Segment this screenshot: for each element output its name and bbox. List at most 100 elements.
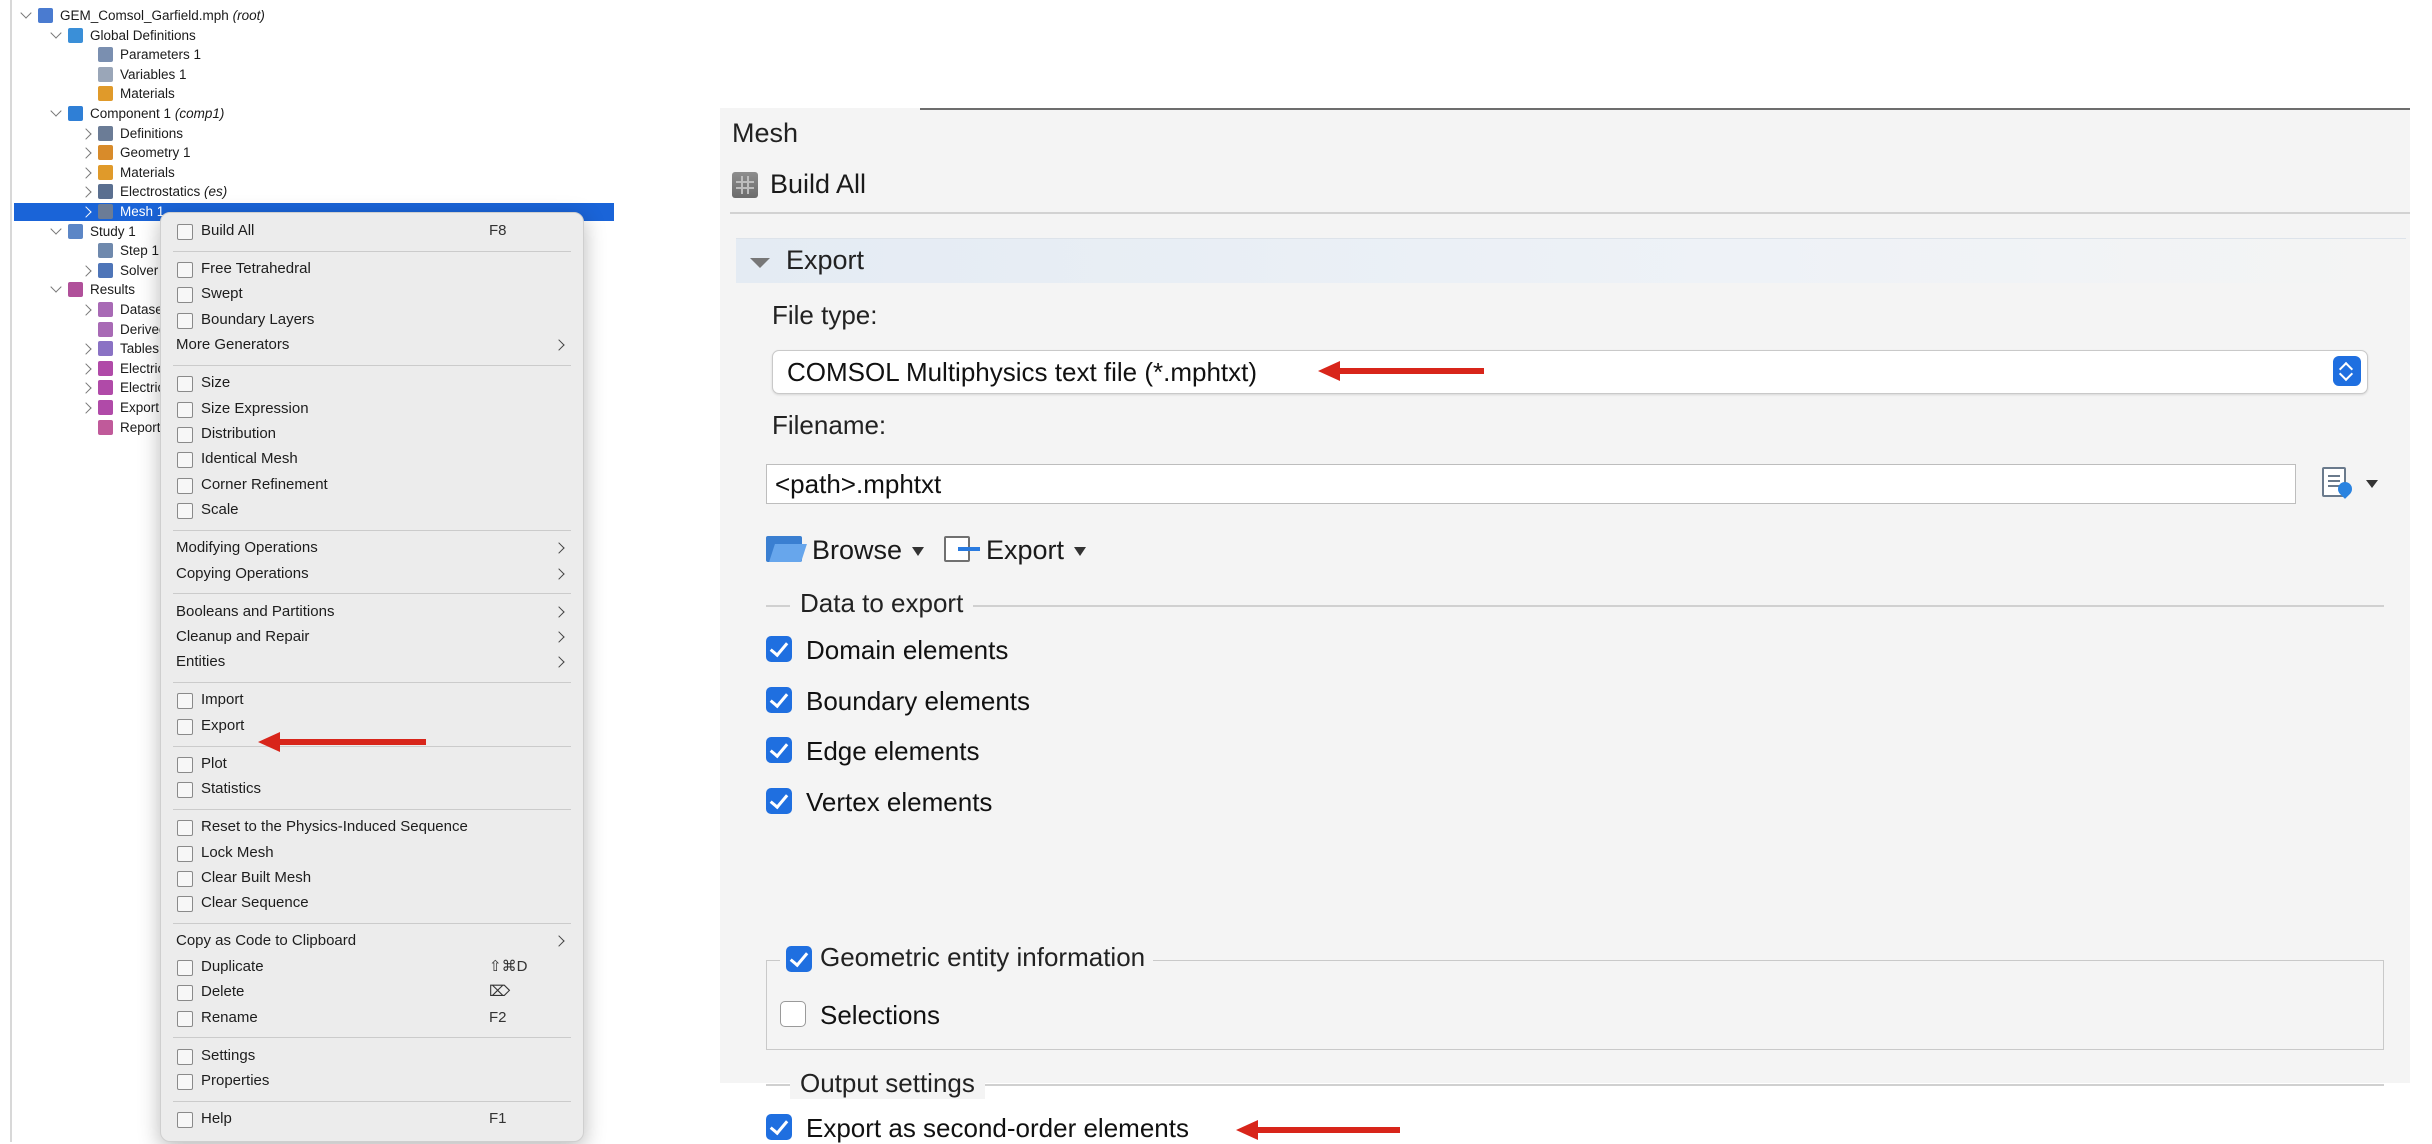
- chevron-right-icon[interactable]: [80, 402, 92, 414]
- menu-item-size[interactable]: Size: [161, 371, 583, 395]
- derived-values-icon: [98, 321, 113, 337]
- menu-item-label: Export: [201, 716, 245, 734]
- menu-item-scale[interactable]: Scale: [161, 498, 583, 522]
- tree-item-text: Study 1: [90, 223, 136, 239]
- tree-item-vars[interactable]: Variables 1: [12, 65, 602, 85]
- export-section-header[interactable]: Export: [736, 238, 2406, 283]
- tree-item-tag: (es): [204, 184, 228, 200]
- menu-item-copying-operations[interactable]: Copying Operations: [161, 562, 583, 586]
- menu-item-statistics[interactable]: Statistics: [161, 777, 583, 801]
- export-checkbox[interactable]: [766, 686, 792, 713]
- menu-item-corner-refinement[interactable]: Corner Refinement: [161, 473, 583, 497]
- menu-item-clear-sequence[interactable]: Clear Sequence: [161, 891, 583, 915]
- chevron-right-icon[interactable]: [80, 343, 92, 355]
- menu-item-modifying-operations[interactable]: Modifying Operations: [161, 536, 583, 560]
- chevron-down-icon[interactable]: [50, 281, 62, 294]
- menu-item-more-generators[interactable]: More Generators: [161, 333, 583, 357]
- menu-item-distribution[interactable]: Distribution: [161, 422, 583, 446]
- chevron-right-icon[interactable]: [80, 127, 92, 140]
- menu-separator: [173, 1100, 571, 1102]
- menu-item-copy-as-code-to-clipboard[interactable]: Copy as Code to Clipboard: [161, 929, 583, 953]
- plot-group-icon: [98, 380, 113, 396]
- export-icon: [944, 536, 980, 562]
- tree-item-params[interactable]: Parameters 1: [12, 45, 602, 65]
- menu-item-duplicate[interactable]: Duplicate ⇧⌘D: [161, 955, 583, 979]
- menu-item-delete[interactable]: Delete ⌦: [161, 980, 583, 1004]
- tree-item-cmat[interactable]: Materials: [12, 163, 602, 183]
- menu-item-rename[interactable]: Rename F2: [161, 1006, 583, 1030]
- tree-item-label: Parameters 1: [120, 45, 201, 65]
- export-checkbox-label: Domain elements: [806, 635, 1009, 665]
- menu-item-import[interactable]: Import: [161, 688, 583, 712]
- tree-item-es[interactable]: Electrostatics (es): [12, 182, 602, 202]
- plot-icon: [177, 756, 193, 773]
- menu-item-free-tetrahedral[interactable]: Free Tetrahedral: [161, 257, 583, 281]
- chevron-right-icon[interactable]: [80, 363, 92, 375]
- build-all-icon: [732, 172, 758, 198]
- chevron-down-icon[interactable]: [50, 105, 62, 117]
- menu-item-shortcut: ⌦: [489, 983, 511, 1001]
- menu-item-properties[interactable]: Properties: [161, 1069, 583, 1093]
- menu-item-help[interactable]: Help F1: [161, 1107, 583, 1131]
- lock-icon: [177, 845, 193, 862]
- collapse-triangle-icon[interactable]: [750, 258, 770, 268]
- menu-item-size-expression[interactable]: Size Expression: [161, 397, 583, 421]
- menu-item-clear-built-mesh[interactable]: Clear Built Mesh: [161, 866, 583, 890]
- chevron-right-icon[interactable]: [80, 206, 92, 218]
- tree-item-comp[interactable]: Component 1 (comp1): [12, 104, 602, 124]
- export-checkbox[interactable]: [766, 636, 792, 662]
- chevron-right-icon[interactable]: [80, 304, 92, 316]
- file-location-button[interactable]: [2322, 464, 2382, 504]
- select-stepper-icon[interactable]: [2333, 356, 2361, 386]
- tree-item-label: Definitions: [120, 124, 183, 144]
- tree-item-root[interactable]: GEM_Comsol_Garfield.mph (root): [12, 6, 602, 26]
- menu-item-export[interactable]: Export: [161, 714, 583, 738]
- tree-item-global[interactable]: Global Definitions: [12, 26, 602, 46]
- tree-item-label: Component 1 (comp1): [90, 104, 224, 124]
- duplicate-icon: [177, 959, 193, 976]
- menu-item-reset-to-the-physics-induced-sequence[interactable]: Reset to the Physics-Induced Sequence: [161, 815, 583, 839]
- filename-input[interactable]: [766, 464, 2296, 504]
- chevron-down-icon[interactable]: [20, 7, 32, 19]
- component-icon: [68, 106, 83, 121]
- menu-item-lock-mesh[interactable]: Lock Mesh: [161, 841, 583, 865]
- chevron-down-icon[interactable]: [50, 26, 62, 39]
- browse-button[interactable]: Browse: [766, 530, 925, 570]
- tree-item-geom[interactable]: Geometry 1: [12, 143, 602, 163]
- tree-item-gmat[interactable]: Materials: [12, 84, 602, 104]
- chevron-right-icon[interactable]: [80, 186, 92, 199]
- second-order-checkbox[interactable]: [766, 1114, 792, 1140]
- export-dropdown-icon[interactable]: [1074, 547, 1087, 557]
- folder-icon: [766, 536, 802, 562]
- menu-item-booleans-and-partitions[interactable]: Booleans and Partitions: [161, 600, 583, 624]
- browse-dropdown-icon[interactable]: [912, 547, 925, 557]
- chevron-down-icon[interactable]: [50, 222, 62, 235]
- menu-item-identical-mesh[interactable]: Identical Mesh: [161, 447, 583, 471]
- menu-item-entities[interactable]: Entities: [161, 650, 583, 674]
- menu-item-boundary-layers[interactable]: Boundary Layers: [161, 308, 583, 332]
- menu-item-settings[interactable]: Settings: [161, 1044, 583, 1068]
- tree-item-defs[interactable]: Definitions: [12, 124, 602, 144]
- selections-checkbox[interactable]: [780, 1001, 806, 1027]
- tree-item-text: Variables 1: [120, 66, 187, 82]
- tables-icon: [98, 341, 113, 357]
- menu-item-swept[interactable]: Swept: [161, 282, 583, 306]
- mesh-icon: [98, 204, 113, 219]
- export-checkbox[interactable]: [766, 737, 792, 764]
- menu-item-cleanup-and-repair[interactable]: Cleanup and Repair: [161, 625, 583, 649]
- export-button[interactable]: Export: [944, 530, 1087, 570]
- chevron-right-icon[interactable]: [80, 382, 92, 395]
- tree-item-label: Materials: [120, 84, 175, 104]
- menu-item-build-all[interactable]: Build All F8: [161, 219, 583, 243]
- export-checkbox[interactable]: [766, 787, 792, 814]
- menu-item-label: Copying Operations: [176, 564, 309, 582]
- geometric-entity-checkbox[interactable]: [786, 946, 812, 972]
- file-type-select[interactable]: COMSOL Multiphysics text file (*.mphtxt): [772, 350, 2368, 394]
- chevron-right-icon[interactable]: [80, 147, 92, 159]
- menu-item-plot[interactable]: Plot: [161, 752, 583, 776]
- solver-icon: [98, 262, 113, 278]
- chevron-right-icon[interactable]: [80, 265, 92, 277]
- tree-item-label: GEM_Comsol_Garfield.mph (root): [60, 6, 265, 26]
- geometric-entity-label: Geometric entity information: [820, 942, 1146, 972]
- chevron-right-icon[interactable]: [80, 167, 92, 179]
